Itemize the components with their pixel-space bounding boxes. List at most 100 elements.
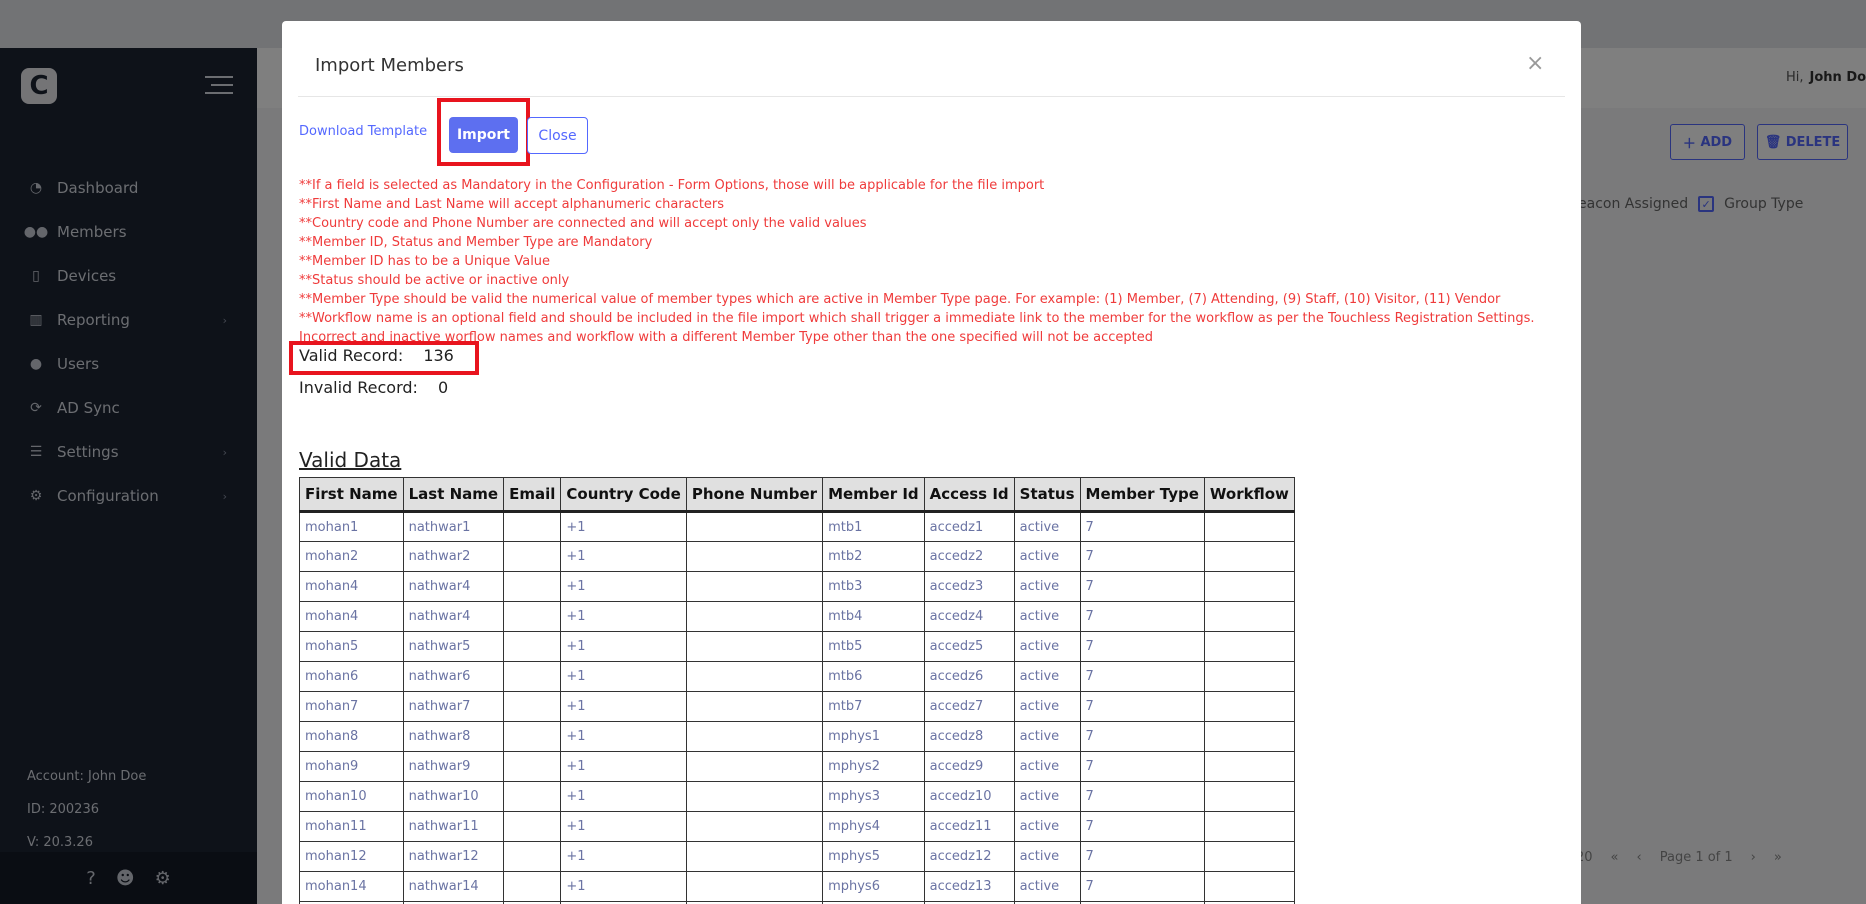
table-cell: accedz4 bbox=[923, 601, 1015, 632]
table-cell: mohan4 bbox=[299, 601, 404, 632]
table-row: mohan12 nathwar12 +1 mphys5 accedz12 active 7 bbox=[299, 841, 1295, 872]
table-cell: +1 bbox=[560, 751, 687, 782]
table-cell bbox=[503, 571, 562, 602]
table-cell: 7 bbox=[1079, 691, 1205, 722]
table-cell bbox=[503, 751, 562, 782]
table-cell: mtb4 bbox=[822, 601, 925, 632]
table-cell: 7 bbox=[1079, 751, 1205, 782]
table-cell bbox=[503, 631, 562, 662]
import-members-modal: Import Members × Download Template Impor… bbox=[282, 21, 1581, 904]
table-cell: +1 bbox=[560, 631, 687, 662]
table-cell bbox=[503, 661, 562, 692]
table-cell bbox=[503, 601, 562, 632]
note-line: Incorrect and inactive worflow names and… bbox=[299, 330, 1153, 345]
table-cell: accedz11 bbox=[923, 811, 1015, 842]
table-cell bbox=[1203, 871, 1295, 902]
table-cell: +1 bbox=[560, 721, 687, 752]
table-cell: mtb2 bbox=[822, 541, 925, 572]
table-cell bbox=[503, 871, 562, 902]
table-cell: mphys2 bbox=[822, 751, 925, 782]
table-body: mohan1 nathwar1 +1 mtb1 accedz1 active 7 mohan2… bbox=[299, 511, 1295, 904]
download-template-link[interactable]: Download Template bbox=[299, 124, 427, 139]
table-cell: accedz8 bbox=[923, 721, 1015, 752]
table-cell bbox=[1203, 601, 1295, 632]
note-line: **Workflow name is an optional field and… bbox=[299, 311, 1535, 326]
table-cell: active bbox=[1013, 751, 1081, 782]
table-cell bbox=[685, 691, 824, 722]
column-header: Country Code bbox=[560, 477, 687, 512]
note-line: **First Name and Last Name will accept a… bbox=[299, 197, 725, 212]
note-line: **Member ID, Status and Member Type are … bbox=[299, 235, 653, 250]
table-cell: accedz5 bbox=[923, 631, 1015, 662]
table-cell: 7 bbox=[1079, 511, 1205, 542]
column-header: Status bbox=[1013, 477, 1081, 512]
table-row: mohan11 nathwar11 +1 mphys4 accedz11 active 7 bbox=[299, 811, 1295, 842]
table-cell: nathwar2 bbox=[402, 541, 505, 572]
table-cell: 7 bbox=[1079, 841, 1205, 872]
table-cell: +1 bbox=[560, 781, 687, 812]
table-cell: mphys5 bbox=[822, 841, 925, 872]
table-cell: 7 bbox=[1079, 631, 1205, 662]
table-cell: nathwar14 bbox=[402, 871, 505, 902]
table-cell: mohan4 bbox=[299, 571, 404, 602]
table-cell: active bbox=[1013, 631, 1081, 662]
table-cell: active bbox=[1013, 661, 1081, 692]
table-cell: mtb7 bbox=[822, 691, 925, 722]
table-cell: active bbox=[1013, 601, 1081, 632]
table-cell bbox=[503, 841, 562, 872]
table-cell: mohan12 bbox=[299, 841, 404, 872]
table-row: mohan7 nathwar7 +1 mtb7 accedz7 active 7 bbox=[299, 691, 1295, 722]
table-cell: active bbox=[1013, 841, 1081, 872]
table-cell bbox=[503, 811, 562, 842]
table-cell bbox=[503, 781, 562, 812]
table-cell: mohan7 bbox=[299, 691, 404, 722]
table-cell: nathwar10 bbox=[402, 781, 505, 812]
table-cell: active bbox=[1013, 511, 1081, 542]
table-cell: accedz1 bbox=[923, 511, 1015, 542]
table-cell: mohan6 bbox=[299, 661, 404, 692]
table-cell bbox=[503, 541, 562, 572]
table-cell: +1 bbox=[560, 871, 687, 902]
table-row: mohan10 nathwar10 +1 mphys3 accedz10 active 7 bbox=[299, 781, 1295, 812]
table-cell: mohan11 bbox=[299, 811, 404, 842]
table-cell: nathwar4 bbox=[402, 571, 505, 602]
table-cell: mtb5 bbox=[822, 631, 925, 662]
table-cell: active bbox=[1013, 541, 1081, 572]
table-cell bbox=[1203, 691, 1295, 722]
table-cell: accedz6 bbox=[923, 661, 1015, 692]
invalid-record-count: Invalid Record: 0 bbox=[299, 378, 449, 397]
table-row: mohan4 nathwar4 +1 mtb4 accedz4 active 7 bbox=[299, 601, 1295, 632]
table-cell: active bbox=[1013, 871, 1081, 902]
table-cell bbox=[685, 751, 824, 782]
table-cell: mohan5 bbox=[299, 631, 404, 662]
table-cell bbox=[503, 721, 562, 752]
close-button[interactable]: Close bbox=[527, 117, 588, 154]
table-cell: accedz9 bbox=[923, 751, 1015, 782]
table-cell bbox=[685, 511, 824, 542]
table-cell bbox=[685, 871, 824, 902]
valid-data-title: Valid Data bbox=[299, 448, 402, 472]
table-cell bbox=[685, 571, 824, 602]
table-cell: 7 bbox=[1079, 781, 1205, 812]
column-header: First Name bbox=[299, 477, 404, 512]
table-cell bbox=[503, 691, 562, 722]
table-cell: +1 bbox=[560, 511, 687, 542]
table-cell bbox=[685, 541, 824, 572]
table-cell: nathwar6 bbox=[402, 661, 505, 692]
close-icon[interactable]: × bbox=[1526, 51, 1544, 76]
divider bbox=[298, 96, 1565, 97]
table-cell bbox=[1203, 751, 1295, 782]
table-cell: 7 bbox=[1079, 571, 1205, 602]
table-cell: mohan10 bbox=[299, 781, 404, 812]
note-line: **Country code and Phone Number are conn… bbox=[299, 216, 867, 231]
table-cell bbox=[685, 661, 824, 692]
import-notes: **If a field is selected as Mandatory in… bbox=[299, 176, 1559, 347]
table-row: mohan2 nathwar2 +1 mtb2 accedz2 active 7 bbox=[299, 541, 1295, 572]
table-cell bbox=[1203, 541, 1295, 572]
table-cell: +1 bbox=[560, 661, 687, 692]
table-cell bbox=[685, 631, 824, 662]
highlight-box-import bbox=[437, 98, 530, 166]
table-header-row: First Name Last Name Email Country Code Phon… bbox=[299, 477, 1295, 512]
table-cell: nathwar4 bbox=[402, 601, 505, 632]
note-line: **If a field is selected as Mandatory in… bbox=[299, 178, 1045, 193]
